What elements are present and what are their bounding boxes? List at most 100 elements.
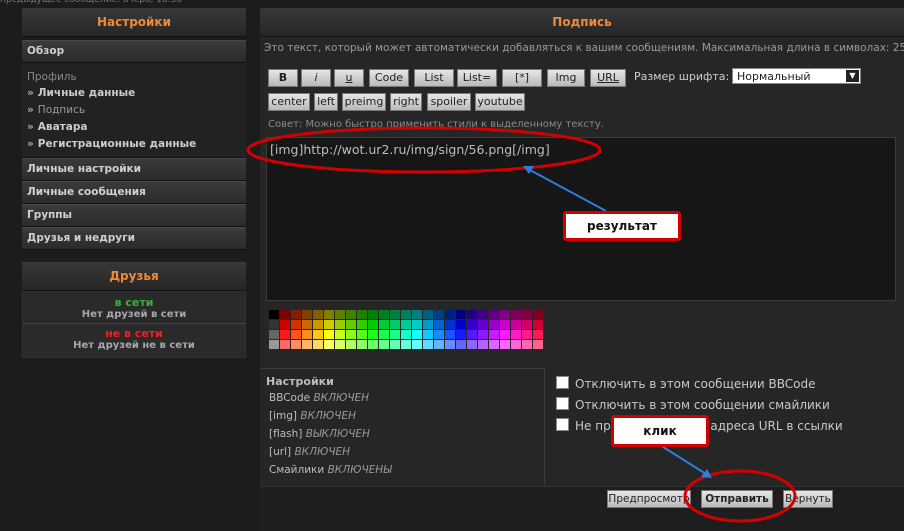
color-swatch[interactable] <box>478 330 488 339</box>
color-swatch[interactable] <box>346 320 356 329</box>
color-swatch[interactable] <box>456 320 466 329</box>
url-button[interactable]: URL <box>590 69 626 87</box>
color-swatch[interactable] <box>423 320 433 329</box>
color-swatch[interactable] <box>302 340 312 349</box>
color-swatch[interactable] <box>401 340 411 349</box>
color-swatch[interactable] <box>280 340 290 349</box>
color-swatch[interactable] <box>291 330 301 339</box>
spoiler-button[interactable]: spoiler <box>427 93 471 111</box>
font-size-select[interactable]: Нормальный ▼ <box>732 68 861 84</box>
color-swatch[interactable] <box>280 320 290 329</box>
color-swatch[interactable] <box>511 320 521 329</box>
color-swatch[interactable] <box>379 340 389 349</box>
color-swatch[interactable] <box>412 310 422 319</box>
color-swatch[interactable] <box>324 330 334 339</box>
sidebar-item-groups[interactable]: Группы <box>22 204 246 227</box>
color-swatch[interactable] <box>467 310 477 319</box>
color-swatch[interactable] <box>269 310 279 319</box>
list-ordered-button[interactable]: List= <box>457 69 497 87</box>
color-swatch[interactable] <box>456 310 466 319</box>
color-swatch[interactable] <box>522 330 532 339</box>
color-swatch[interactable] <box>335 310 345 319</box>
color-swatch[interactable] <box>434 310 444 319</box>
color-swatch[interactable] <box>346 340 356 349</box>
color-swatch[interactable] <box>412 330 422 339</box>
color-swatch[interactable] <box>291 320 301 329</box>
color-swatch[interactable] <box>423 310 433 319</box>
color-swatch[interactable] <box>291 340 301 349</box>
color-swatch[interactable] <box>324 320 334 329</box>
color-swatch[interactable] <box>357 320 367 329</box>
submit-button[interactable]: Отправить <box>701 490 773 508</box>
color-swatch[interactable] <box>489 340 499 349</box>
color-swatch[interactable] <box>456 340 466 349</box>
color-swatch[interactable] <box>357 330 367 339</box>
color-swatch[interactable] <box>379 310 389 319</box>
color-swatch[interactable] <box>368 320 378 329</box>
color-swatch[interactable] <box>313 340 323 349</box>
color-swatch[interactable] <box>445 340 455 349</box>
color-swatch[interactable] <box>489 310 499 319</box>
color-swatch[interactable] <box>390 330 400 339</box>
preview-button[interactable]: Предпросмотр <box>607 490 691 508</box>
sidebar-item-personal-settings[interactable]: Личные настройки <box>22 158 246 181</box>
color-swatch[interactable] <box>412 320 422 329</box>
color-swatch[interactable] <box>313 310 323 319</box>
color-swatch[interactable] <box>434 340 444 349</box>
color-swatch[interactable] <box>434 330 444 339</box>
color-swatch[interactable] <box>445 310 455 319</box>
color-swatch[interactable] <box>368 330 378 339</box>
sidebar-item-friends-foes[interactable]: Друзья и недруги <box>22 227 246 250</box>
color-swatch[interactable] <box>357 340 367 349</box>
color-swatch[interactable] <box>346 310 356 319</box>
color-swatch[interactable] <box>467 320 477 329</box>
color-swatch[interactable] <box>401 330 411 339</box>
color-swatch[interactable] <box>368 310 378 319</box>
color-swatch[interactable] <box>522 310 532 319</box>
color-swatch[interactable] <box>500 310 510 319</box>
color-swatch[interactable] <box>324 340 334 349</box>
right-button[interactable]: right <box>390 93 422 111</box>
checkbox[interactable] <box>556 397 569 410</box>
color-swatch[interactable] <box>302 330 312 339</box>
color-swatch[interactable] <box>401 310 411 319</box>
color-swatch[interactable] <box>456 330 466 339</box>
color-swatch[interactable] <box>423 330 433 339</box>
reset-button[interactable]: Вернуть <box>783 490 833 508</box>
color-swatch[interactable] <box>390 320 400 329</box>
sidebar-item-overview[interactable]: Обзор <box>22 40 246 63</box>
color-swatch[interactable] <box>390 340 400 349</box>
list-item-button[interactable]: [*] <box>502 69 542 87</box>
color-swatch[interactable] <box>522 320 532 329</box>
color-swatch[interactable] <box>390 310 400 319</box>
youtube-button[interactable]: youtube <box>475 93 525 111</box>
color-swatch[interactable] <box>302 310 312 319</box>
checkbox[interactable] <box>556 418 569 431</box>
option-disable-bbcode[interactable]: Отключить в этом сообщении BBCode <box>556 376 843 397</box>
color-swatch[interactable] <box>335 330 345 339</box>
color-swatch[interactable] <box>357 310 367 319</box>
list-button[interactable]: List <box>414 69 454 87</box>
color-swatch[interactable] <box>280 330 290 339</box>
color-swatch[interactable] <box>379 330 389 339</box>
color-swatch[interactable] <box>445 320 455 329</box>
color-swatch[interactable] <box>489 330 499 339</box>
color-swatch[interactable] <box>324 310 334 319</box>
color-swatch[interactable] <box>533 340 543 349</box>
left-button[interactable]: left <box>314 93 338 111</box>
color-swatch[interactable] <box>379 320 389 329</box>
color-swatch[interactable] <box>489 320 499 329</box>
color-swatch[interactable] <box>313 320 323 329</box>
italic-button[interactable]: i <box>301 69 331 87</box>
img-button[interactable]: Img <box>547 69 585 87</box>
sidebar-item-private-messages[interactable]: Личные сообщения <box>22 181 246 204</box>
color-swatch[interactable] <box>335 340 345 349</box>
color-swatch[interactable] <box>280 310 290 319</box>
color-swatch[interactable] <box>291 310 301 319</box>
underline-button[interactable]: u <box>334 69 364 87</box>
bold-button[interactable]: B <box>268 69 298 87</box>
preimg-button[interactable]: preimg <box>342 93 386 111</box>
color-swatch[interactable] <box>412 340 422 349</box>
color-swatch[interactable] <box>434 320 444 329</box>
color-swatch[interactable] <box>368 340 378 349</box>
